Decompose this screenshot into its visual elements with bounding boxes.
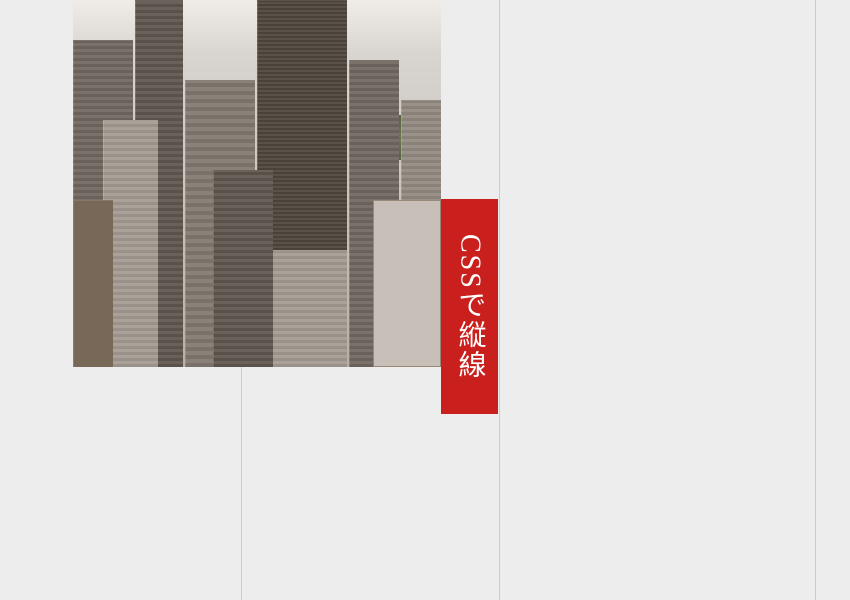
building-graphic xyxy=(373,200,441,367)
vertical-text-label: CSSで縦線 xyxy=(441,199,498,414)
cityscape-image xyxy=(73,0,441,367)
vertical-divider-2 xyxy=(499,0,500,600)
building-graphic xyxy=(73,200,113,367)
building-graphic xyxy=(213,170,273,367)
vertical-divider-3 xyxy=(815,0,816,600)
vertical-divider-1 xyxy=(241,367,242,600)
